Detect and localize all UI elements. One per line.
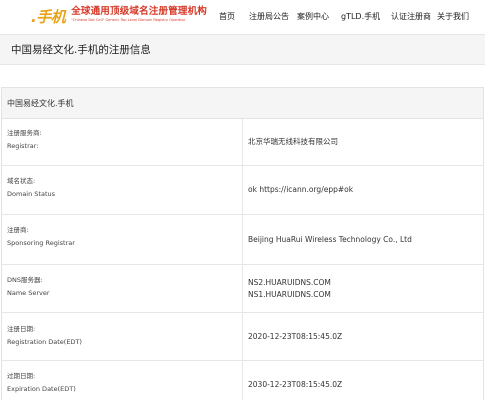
row-name-server: DNS服务器: Name Server NS2.HUARUIDNS.COM NS… <box>2 265 483 313</box>
row-label: 过期日期: Expiration Date(EDT) <box>7 371 237 394</box>
column-divider <box>242 361 243 400</box>
row-label: DNS服务器: Name Server <box>7 275 237 298</box>
nav-gtld[interactable]: gTLD.手机 <box>341 10 380 24</box>
row-value: 北京华瑞无线科技有限公司 <box>248 137 338 146</box>
label-en: Registrar: <box>7 142 39 150</box>
row-value: 2030-12-23T08:15:45.0Z <box>248 380 343 389</box>
label-cn: 域名状态: <box>7 177 36 185</box>
row-label: 域名状态: Domain Status <box>7 176 237 199</box>
column-divider <box>242 313 243 360</box>
whois-card: 中国易经文化.手机 注册服务商: Registrar: 北京华瑞无线科技有限公司… <box>1 87 484 400</box>
row-label: 注册商: Sponsoring Registrar <box>7 225 237 248</box>
row-value: 2020-12-23T08:15:45.0Z <box>248 332 343 341</box>
row-value: ok https://icann.org/epp#ok <box>248 185 354 194</box>
row-registrar: 注册服务商: Registrar: 北京华瑞无线科技有限公司 <box>2 119 483 166</box>
column-divider <box>242 265 243 312</box>
label-en: Registration Date(EDT) <box>7 338 82 346</box>
page-title: 中国易经文化.手机的注册信息 <box>11 44 151 56</box>
nav-cases[interactable]: 案例中心 <box>297 10 329 24</box>
row-label: 注册日期: Registration Date(EDT) <box>7 324 237 347</box>
label-cn: 注册商: <box>7 226 29 234</box>
label-cn: DNS服务器: <box>7 276 43 284</box>
row-label: 注册服务商: Registrar: <box>7 128 237 151</box>
label-en: Domain Status <box>7 190 56 198</box>
label-cn: 注册服务商: <box>7 129 42 137</box>
row-registration-date: 注册日期: Registration Date(EDT) 2020-12-23T… <box>2 313 483 361</box>
row-value: NS2.HUARUIDNS.COM <box>248 278 331 287</box>
site-header: .手机 全球通用顶级域名注册管理机构 "Chinese Dot Cell" Ge… <box>0 0 485 34</box>
label-cn: 过期日期: <box>7 372 36 380</box>
row-expiration-date: 过期日期: Expiration Date(EDT) 2030-12-23T08… <box>2 361 483 400</box>
row-value: Beijing HuaRui Wireless Technology Co., … <box>248 235 412 244</box>
nav-home[interactable]: 首页 <box>219 10 235 24</box>
label-cn: 注册日期: <box>7 325 36 333</box>
nav-announcements[interactable]: 注册局公告 <box>249 10 289 24</box>
column-divider <box>242 166 243 214</box>
domain-name: 中国易经文化.手机 <box>7 99 74 108</box>
column-divider <box>242 215 243 264</box>
main-nav: 首页 注册局公告 案例中心 gTLD.手机 认证注册商 关于我们 <box>0 10 485 24</box>
row-sponsoring-registrar: 注册商: Sponsoring Registrar Beijing HuaRui… <box>2 215 483 265</box>
column-divider <box>242 119 243 165</box>
row-domain-status: 域名状态: Domain Status ok https://icann.org… <box>2 166 483 215</box>
label-en: Sponsoring Registrar <box>7 239 75 247</box>
whois-card-heading: 中国易经文化.手机 <box>2 88 483 119</box>
label-en: Expiration Date(EDT) <box>7 385 76 393</box>
nav-registrars[interactable]: 认证注册商 <box>391 10 431 24</box>
nav-about[interactable]: 关于我们 <box>437 10 469 24</box>
label-en: Name Server <box>7 289 50 297</box>
page-title-bar: 中国易经文化.手机的注册信息 <box>0 34 485 65</box>
row-value: NS1.HUARUIDNS.COM <box>248 290 331 299</box>
